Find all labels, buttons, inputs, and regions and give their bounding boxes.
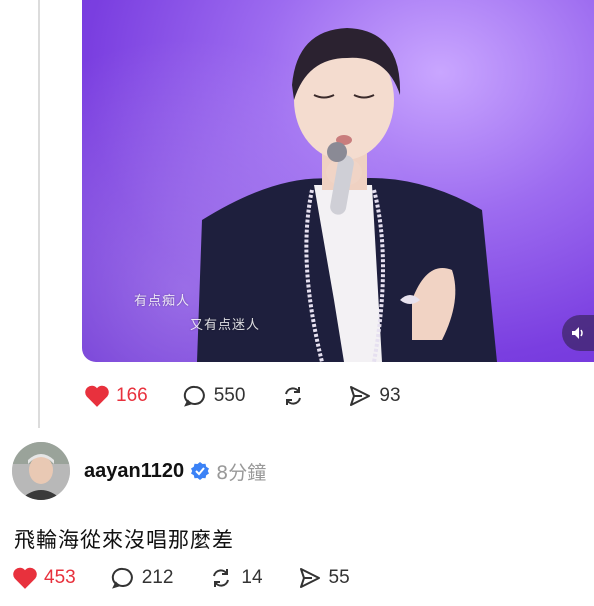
avatar[interactable]	[12, 442, 70, 500]
comment-bubble-icon	[183, 385, 205, 407]
reply-username[interactable]: aayan1120	[84, 460, 184, 483]
subtitle-line-2: 又有点迷人	[190, 318, 261, 333]
share-count: 93	[379, 385, 401, 406]
comment-bubble-icon	[111, 567, 133, 589]
send-icon	[299, 568, 320, 588]
share-button[interactable]: 93	[347, 384, 401, 408]
video-player[interactable]: 有点痴人 又有点迷人	[82, 0, 594, 362]
comment-button[interactable]: 550	[182, 384, 246, 408]
reply-timestamp: 8分鐘	[216, 461, 267, 484]
reply-comment-button[interactable]: 212	[110, 566, 174, 590]
repost-button[interactable]	[279, 384, 313, 408]
reply-comment-count: 212	[141, 567, 174, 588]
reply-repost-count: 14	[241, 567, 263, 588]
reply-like-button[interactable]: 453	[12, 566, 76, 590]
heart-filled-icon	[85, 385, 109, 407]
like-button[interactable]: 166	[84, 384, 148, 408]
volume-button[interactable]	[562, 315, 594, 351]
reply-share-button[interactable]: 55	[297, 566, 350, 590]
avatar-photo	[12, 442, 70, 500]
repost-icon	[213, 569, 230, 587]
comment-count: 550	[213, 385, 246, 406]
send-icon	[350, 386, 371, 406]
like-count: 166	[116, 385, 148, 406]
speaker-icon	[572, 327, 583, 339]
post-action-bar: 166 550 93	[84, 384, 435, 408]
reply-text: 飛輪海從來沒唱那麼差	[14, 528, 234, 552]
thread-connector-line	[38, 0, 40, 428]
repost-icon	[285, 387, 302, 405]
heart-filled-icon	[13, 567, 37, 589]
verified-badge-icon	[191, 462, 210, 480]
reply-share-count: 55	[328, 567, 350, 588]
subtitle-line-1: 有点痴人	[134, 294, 191, 309]
reply-like-count: 453	[44, 567, 76, 588]
reply-header: aayan1120 8分鐘	[12, 442, 266, 500]
reply-repost-button[interactable]: 14	[207, 566, 263, 590]
reply-action-bar: 453 212 14 55	[12, 566, 384, 590]
